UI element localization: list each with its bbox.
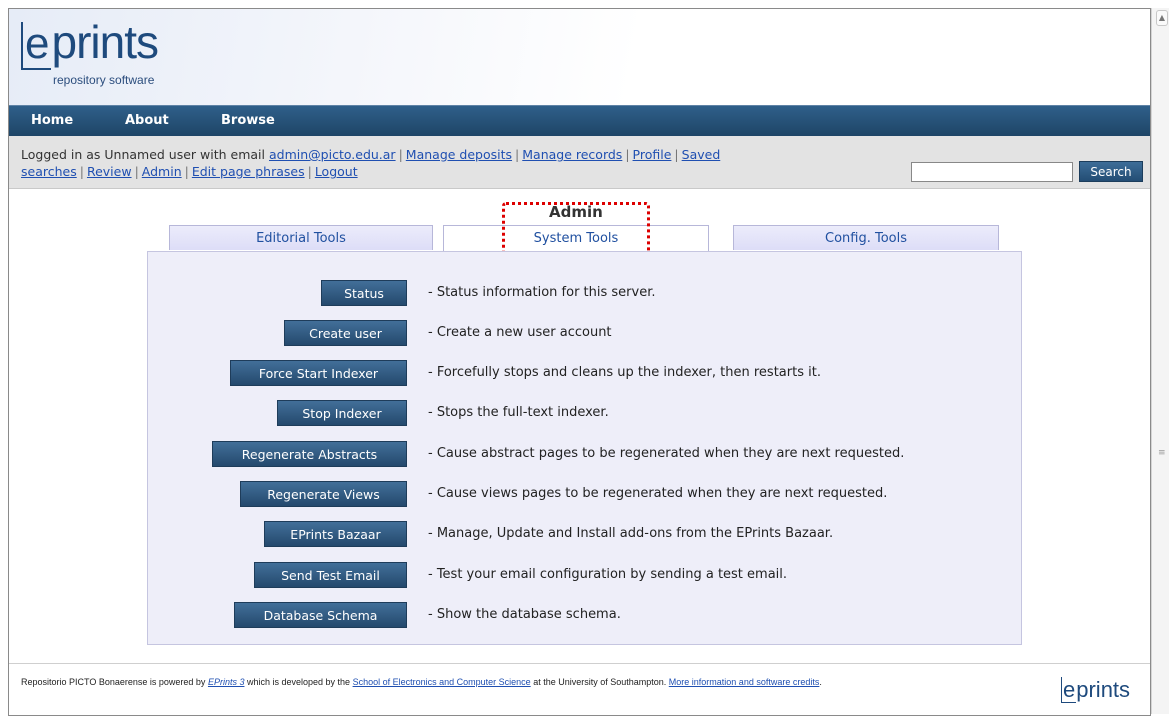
login-status-text: Logged in as Unnamed user with email [21,147,266,162]
force-start-indexer-button[interactable]: Force Start Indexer [230,360,407,386]
send-test-email-button[interactable]: Send Test Email [254,562,407,588]
status-button[interactable]: Status [321,280,407,306]
software-credits-link[interactable]: More information and software credits [669,677,820,687]
tool-row-stop-indexer: Stop Indexer - Stops the full-text index… [148,400,1023,428]
tool-row-status: Status - Status information for this ser… [148,280,1023,308]
nav-browse[interactable]: Browse [221,113,275,128]
logout-link[interactable]: Logout [315,164,358,179]
footer-logo-text: prints [1076,677,1131,702]
footer-text-1: Repositorio PICTO Bonaerense is powered … [21,677,206,687]
footer-text-4: . [819,677,822,687]
tool-row-force-start-indexer: Force Start Indexer - Forcefully stops a… [148,360,1023,388]
scroll-grip-icon[interactable]: ≡ [1158,448,1166,458]
tool-row-send-test-email: Send Test Email - Test your email config… [148,562,1023,590]
footer-logo-letter: e [1061,677,1077,703]
vertical-scrollbar[interactable]: ▲ ≡ [1151,8,1169,714]
ecs-link[interactable]: School of Electronics and Computer Scien… [353,677,531,687]
scroll-up-arrow-icon[interactable]: ▲ [1156,10,1168,26]
eprints3-link[interactable]: EPrints 3 [208,677,245,687]
user-info: Logged in as Unnamed user with email adm… [21,147,721,179]
database-schema-button[interactable]: Database Schema [234,602,407,628]
tool-row-regenerate-views: Regenerate Views - Cause views pages to … [148,481,1023,509]
user-email-link[interactable]: admin@picto.edu.ar [269,147,396,162]
nav-about[interactable]: About [125,113,169,128]
footer-credits: Repositorio PICTO Bonaerense is powered … [21,676,1041,689]
logo-letter: e [21,22,52,70]
tool-description: - Test your email configuration by sendi… [428,567,788,582]
search-button[interactable]: Search [1079,161,1143,182]
nav-home[interactable]: Home [31,113,73,128]
logo-text: prints [51,16,158,68]
system-tools-panel: Status - Status information for this ser… [147,251,1022,645]
tab-editorial-tools[interactable]: Editorial Tools [169,225,433,250]
tool-description: - Create a new user account [428,325,612,340]
search-input[interactable] [911,162,1073,182]
stop-indexer-button[interactable]: Stop Indexer [277,400,407,426]
regenerate-views-button[interactable]: Regenerate Views [240,481,407,507]
tool-description: - Status information for this server. [428,285,656,300]
tool-row-database-schema: Database Schema - Show the database sche… [148,602,1023,630]
tool-description: - Cause abstract pages to be regenerated… [428,446,905,461]
logo-subtitle: repository software [53,73,155,87]
eprints-logo[interactable]: eprints [21,15,159,70]
tool-description: - Manage, Update and Install add-ons fro… [428,526,834,541]
manage-deposits-link[interactable]: Manage deposits [406,147,512,162]
footer-text-2: which is developed by the [246,677,351,687]
footer-eprints-logo[interactable]: eprints [1061,677,1130,703]
tool-row-create-user: Create user - Create a new user account [148,320,1023,348]
admin-link[interactable]: Admin [142,164,182,179]
browser-viewport: eprints repository software Home About B… [8,8,1151,716]
tab-config-tools[interactable]: Config. Tools [733,225,999,250]
footer-divider [9,663,1150,664]
footer-text-3: at the University of Southampton. [533,677,667,687]
eprints-bazaar-button[interactable]: EPrints Bazaar [264,521,407,547]
main-navbar: Home About Browse [9,105,1150,136]
review-link[interactable]: Review [87,164,132,179]
tool-description: - Cause views pages to be regenerated wh… [428,486,888,501]
create-user-button[interactable]: Create user [284,320,407,346]
tool-description: - Stops the full-text indexer. [428,405,609,420]
tool-description: - Forcefully stops and cleans up the ind… [428,365,821,380]
profile-link[interactable]: Profile [633,147,672,162]
site-banner: eprints repository software [9,9,1150,105]
tool-row-eprints-bazaar: EPrints Bazaar - Manage, Update and Inst… [148,521,1023,549]
manage-records-link[interactable]: Manage records [522,147,622,162]
edit-page-phrases-link[interactable]: Edit page phrases [192,164,305,179]
tool-row-regenerate-abstracts: Regenerate Abstracts - Cause abstract pa… [148,441,1023,469]
regenerate-abstracts-button[interactable]: Regenerate Abstracts [212,441,407,467]
tool-description: - Show the database schema. [428,607,621,622]
user-bar: Logged in as Unnamed user with email adm… [9,136,1150,189]
highlight-annotation [502,202,650,258]
